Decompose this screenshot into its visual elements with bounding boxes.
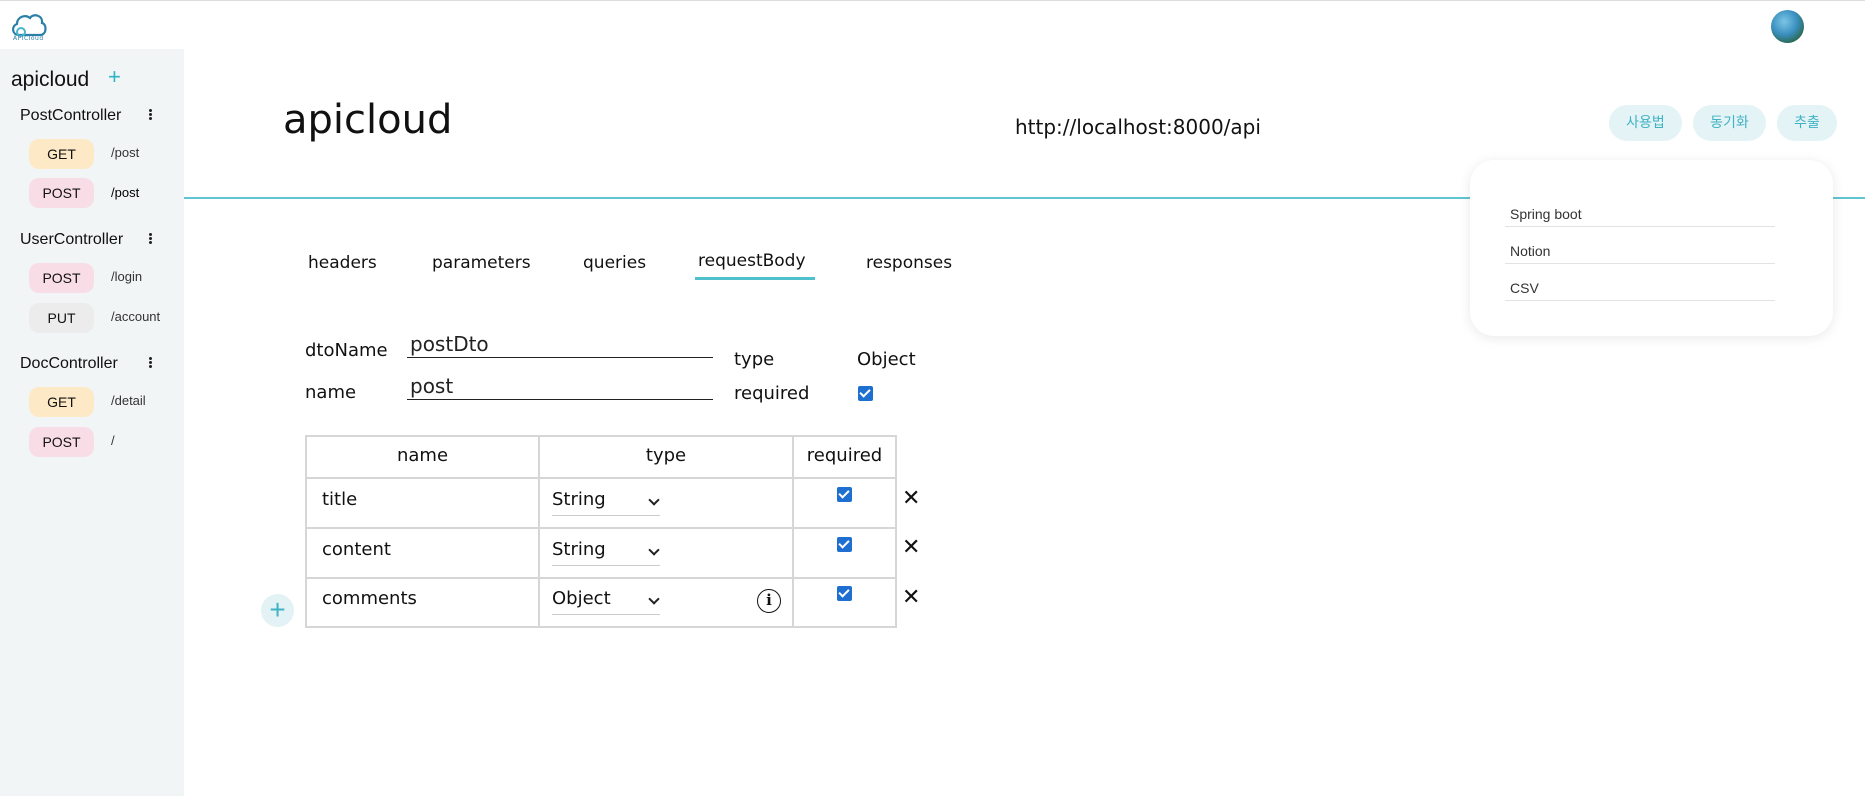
type-value: Object — [857, 349, 916, 370]
table-divider — [305, 477, 897, 479]
field-type-select[interactable]: Object — [552, 583, 660, 615]
field-required-checkbox[interactable] — [837, 586, 852, 601]
page-title: apicloud — [283, 97, 453, 143]
dto-required-checkbox[interactable] — [858, 386, 873, 401]
export-option-notion[interactable]: Notion — [1505, 227, 1775, 264]
endpoint-path[interactable]: /account — [111, 310, 161, 323]
field-required-checkbox[interactable] — [837, 537, 852, 552]
field-type-value: String — [552, 539, 606, 560]
table-divider — [305, 577, 897, 579]
sidebar: apicloud + PostController GET /post POST… — [0, 49, 184, 796]
method-badge-post[interactable]: POST — [29, 263, 94, 293]
field-type-select[interactable]: String — [552, 484, 660, 516]
add-controller-icon[interactable]: + — [108, 66, 121, 88]
name-label: name — [305, 382, 357, 403]
kebab-menu-icon[interactable] — [147, 232, 153, 248]
table-divider — [305, 527, 897, 529]
required-label: required — [734, 383, 810, 404]
field-name-cell[interactable]: comments — [322, 588, 417, 609]
sidebar-controller-user[interactable]: UserController — [20, 231, 123, 249]
logo-text: APICloud — [13, 35, 44, 42]
tab-headers[interactable]: headers — [308, 253, 377, 273]
endpoint-path[interactable]: /login — [111, 270, 142, 283]
column-header-name: name — [396, 445, 449, 466]
user-avatar[interactable] — [1771, 10, 1804, 43]
endpoint-path[interactable]: /post — [111, 146, 139, 159]
endpoint-path[interactable]: / — [111, 434, 115, 447]
delete-field-icon[interactable]: ✕ — [902, 536, 920, 558]
delete-field-icon[interactable]: ✕ — [902, 487, 920, 509]
field-type-value: Object — [552, 588, 611, 609]
kebab-menu-icon[interactable] — [147, 356, 153, 372]
chevron-down-icon — [648, 544, 660, 556]
kebab-menu-icon[interactable] — [147, 108, 153, 124]
name-input[interactable] — [407, 372, 713, 400]
export-option-spring-boot[interactable]: Spring boot — [1505, 190, 1775, 227]
delete-field-icon[interactable]: ✕ — [902, 586, 920, 608]
method-badge-post[interactable]: POST — [29, 427, 94, 457]
usage-button[interactable]: 사용법 — [1609, 105, 1682, 141]
chevron-down-icon — [648, 494, 660, 506]
field-type-select[interactable]: String — [552, 534, 660, 566]
method-badge-post[interactable]: POST — [29, 178, 94, 208]
column-header-type: type — [645, 445, 687, 466]
export-dropdown-menu: Spring boot Notion CSV — [1470, 160, 1833, 336]
sidebar-controller-doc[interactable]: DocController — [20, 355, 118, 373]
column-header-required: required — [806, 445, 883, 466]
sidebar-controller-post[interactable]: PostController — [20, 107, 121, 125]
type-label: type — [734, 349, 775, 370]
endpoint-path-active[interactable]: /post — [111, 186, 139, 199]
tab-parameters[interactable]: parameters — [432, 253, 531, 273]
export-option-csv[interactable]: CSV — [1505, 264, 1775, 301]
export-button[interactable]: 추출 — [1777, 105, 1837, 141]
method-badge-get[interactable]: GET — [29, 387, 94, 417]
field-name-cell[interactable]: title — [322, 489, 357, 510]
sync-button[interactable]: 동기화 — [1693, 105, 1766, 141]
field-name-cell[interactable]: content — [322, 539, 391, 560]
active-tab-indicator — [695, 277, 815, 280]
top-bar: APICloud — [0, 0, 1865, 49]
tab-requestbody[interactable]: requestBody — [698, 251, 806, 271]
field-type-value: String — [552, 489, 606, 510]
field-required-checkbox[interactable] — [837, 487, 852, 502]
dto-name-label: dtoName — [305, 340, 388, 361]
endpoint-path[interactable]: /detail — [111, 394, 146, 407]
dto-name-input[interactable] — [407, 330, 713, 358]
base-url: http://localhost:8000/api — [1015, 115, 1261, 139]
method-badge-put[interactable]: PUT — [29, 303, 94, 333]
add-field-button[interactable]: + — [261, 594, 294, 627]
sidebar-project-title: apicloud — [11, 68, 90, 91]
tab-queries[interactable]: queries — [583, 253, 646, 273]
chevron-down-icon — [648, 593, 660, 605]
method-badge-get[interactable]: GET — [29, 139, 94, 169]
info-icon[interactable]: i — [757, 589, 781, 613]
tab-responses[interactable]: responses — [866, 253, 952, 273]
